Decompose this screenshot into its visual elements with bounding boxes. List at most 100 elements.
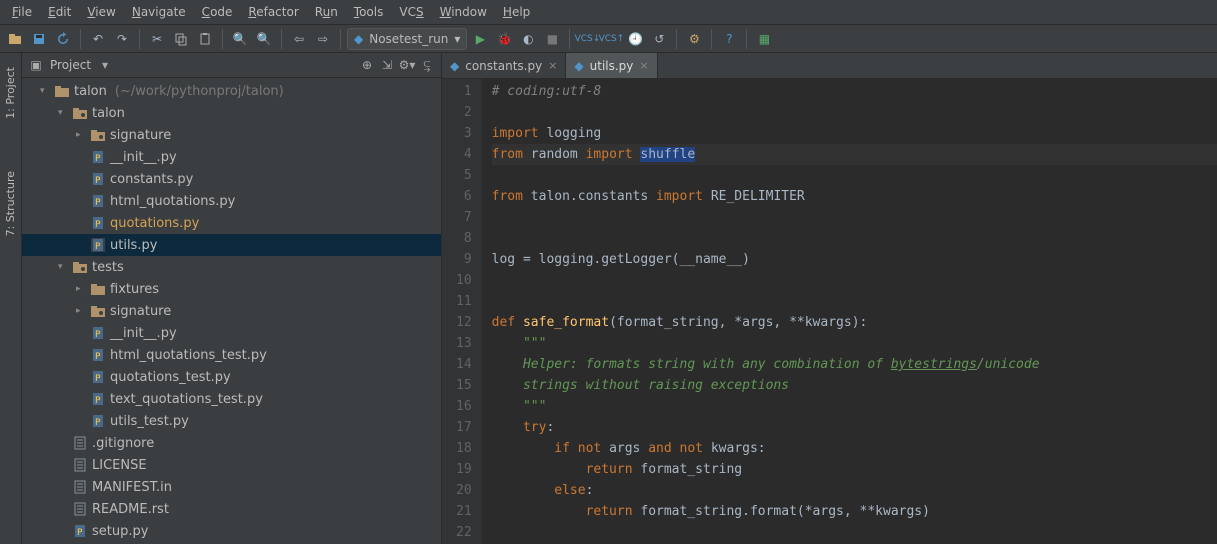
editor-tab[interactable]: ◆constants.py× [442, 53, 566, 78]
chevron-down-icon[interactable]: ▾ [97, 57, 113, 73]
code-line[interactable]: """ [492, 333, 1217, 354]
menu-file[interactable]: File [6, 3, 38, 21]
tree-node[interactable]: Psetup.py [22, 520, 441, 542]
gear-icon[interactable]: ⚙▾ [399, 57, 415, 73]
code-line[interactable] [492, 270, 1217, 291]
code-line[interactable] [492, 165, 1217, 186]
vcs-history-icon[interactable]: 🕘 [624, 28, 646, 50]
project-sidebar-header: ▣ Project ▾ ⊕ ⇲ ⚙▾ ⥹ [22, 53, 441, 78]
debug-icon[interactable]: 🐞 [493, 28, 515, 50]
code-line[interactable]: def safe_format(format_string, *args, **… [492, 312, 1217, 333]
close-icon[interactable]: × [639, 59, 648, 72]
tree-node[interactable]: LICENSE [22, 454, 441, 476]
editor-tab[interactable]: ◆utils.py× [566, 53, 657, 78]
vcs-commit-icon[interactable]: VCS↑ [600, 28, 622, 50]
ext-tool-icon[interactable]: ▦ [753, 28, 775, 50]
tree-twisty[interactable]: ▾ [58, 108, 68, 118]
tree-node[interactable]: ▸fixtures [22, 278, 441, 300]
tree-node[interactable]: Ptext_quotations_test.py [22, 388, 441, 410]
menu-edit[interactable]: Edit [42, 3, 77, 21]
tree-node[interactable]: Phtml_quotations.py [22, 190, 441, 212]
nav-fwd-icon[interactable]: ⇨ [312, 28, 334, 50]
code-line[interactable] [492, 102, 1217, 123]
collapse-icon[interactable]: ⇲ [379, 57, 395, 73]
code-line[interactable]: if not args and not kwargs: [492, 438, 1217, 459]
copy-icon[interactable] [170, 28, 192, 50]
menu-code[interactable]: Code [196, 3, 239, 21]
hide-icon[interactable]: ⥹ [419, 57, 435, 73]
tree-node[interactable]: README.rst [22, 498, 441, 520]
menu-window[interactable]: Window [434, 3, 493, 21]
code-line[interactable]: from random import shuffle [492, 144, 1217, 165]
code-line[interactable]: strings without raising exceptions [492, 375, 1217, 396]
project-tool-button[interactable]: 1: Project [2, 61, 19, 125]
code-line[interactable]: else: [492, 480, 1217, 501]
stop-icon[interactable]: ■ [541, 28, 563, 50]
tree-twisty[interactable]: ▸ [76, 284, 86, 294]
menu-run[interactable]: Run [309, 3, 344, 21]
run-config-combo[interactable]: ◆ Nosetest_run ▾ [347, 28, 467, 50]
locate-icon[interactable]: ⊕ [359, 57, 375, 73]
help-icon[interactable]: ? [718, 28, 740, 50]
tree-node[interactable]: ▸signature [22, 124, 441, 146]
tree-node[interactable]: Phtml_quotations_test.py [22, 344, 441, 366]
code-line[interactable]: return format_string.format(*args, **kwa… [492, 501, 1217, 522]
replace-icon[interactable]: 🔍 [253, 28, 275, 50]
tree-twisty[interactable]: ▾ [58, 262, 68, 272]
menu-refactor[interactable]: Refactor [242, 3, 304, 21]
tree-node[interactable]: Putils_test.py [22, 410, 441, 432]
vcs-update-icon[interactable]: VCS↓ [576, 28, 598, 50]
tree-node[interactable]: Pquotations_test.py [22, 366, 441, 388]
menu-navigate[interactable]: Navigate [126, 3, 192, 21]
code-line[interactable]: """ [492, 396, 1217, 417]
redo-icon[interactable]: ↷ [111, 28, 133, 50]
tree-node[interactable]: P__init__.py [22, 146, 441, 168]
code-line[interactable] [492, 522, 1217, 543]
menu-view[interactable]: View [81, 3, 121, 21]
settings-icon[interactable]: ⚙ [683, 28, 705, 50]
cut-icon[interactable]: ✂ [146, 28, 168, 50]
code-line[interactable]: import logging [492, 123, 1217, 144]
code-line[interactable]: Helper: formats string with any combinat… [492, 354, 1217, 375]
tree-node[interactable]: ▸signature [22, 300, 441, 322]
run-icon[interactable]: ▶ [469, 28, 491, 50]
menu-help[interactable]: Help [497, 3, 536, 21]
code-line[interactable] [492, 207, 1217, 228]
tree-node[interactable]: ▾talon(~/work/pythonproj/talon) [22, 80, 441, 102]
tree-node[interactable]: Pconstants.py [22, 168, 441, 190]
tree-node[interactable]: ▾tests [22, 256, 441, 278]
project-tree[interactable]: ▾talon(~/work/pythonproj/talon)▾talon▸si… [22, 78, 441, 544]
open-icon[interactable] [4, 28, 26, 50]
close-icon[interactable]: × [548, 59, 557, 72]
menu-vcs[interactable]: VCS [393, 3, 429, 21]
undo-icon[interactable]: ↶ [87, 28, 109, 50]
tree-node[interactable]: MANIFEST.in [22, 476, 441, 498]
refresh-icon[interactable] [52, 28, 74, 50]
save-icon[interactable] [28, 28, 50, 50]
paste-icon[interactable] [194, 28, 216, 50]
vcs-revert-icon[interactable]: ↺ [648, 28, 670, 50]
code-area[interactable]: # coding:utf-8 import loggingfrom random… [482, 79, 1217, 544]
tree-twisty[interactable]: ▾ [40, 86, 50, 96]
code-line[interactable]: try: [492, 417, 1217, 438]
tree-twisty[interactable]: ▸ [76, 306, 86, 316]
tree-node[interactable]: P__init__.py [22, 322, 441, 344]
tree-node[interactable]: Pquotations.py [22, 212, 441, 234]
code-line[interactable]: # coding:utf-8 [492, 81, 1217, 102]
code-line[interactable]: log = logging.getLogger(__name__) [492, 249, 1217, 270]
code-line[interactable] [492, 291, 1217, 312]
nav-back-icon[interactable]: ⇦ [288, 28, 310, 50]
tree-twisty[interactable]: ▸ [76, 130, 86, 140]
find-icon[interactable]: 🔍 [229, 28, 251, 50]
editor-body[interactable]: 12345678910111213141516171819202122 # co… [442, 79, 1217, 544]
tree-node[interactable]: ▾talon [22, 102, 441, 124]
structure-tool-button[interactable]: 7: Structure [2, 165, 19, 242]
code-line[interactable]: from talon.constants import RE_DELIMITER [492, 186, 1217, 207]
tree-node-label: quotations.py [110, 216, 199, 231]
coverage-icon[interactable]: ◐ [517, 28, 539, 50]
tree-node[interactable]: .gitignore [22, 432, 441, 454]
code-line[interactable] [492, 228, 1217, 249]
menu-tools[interactable]: Tools [348, 3, 390, 21]
code-line[interactable]: return format_string [492, 459, 1217, 480]
tree-node[interactable]: Putils.py [22, 234, 441, 256]
